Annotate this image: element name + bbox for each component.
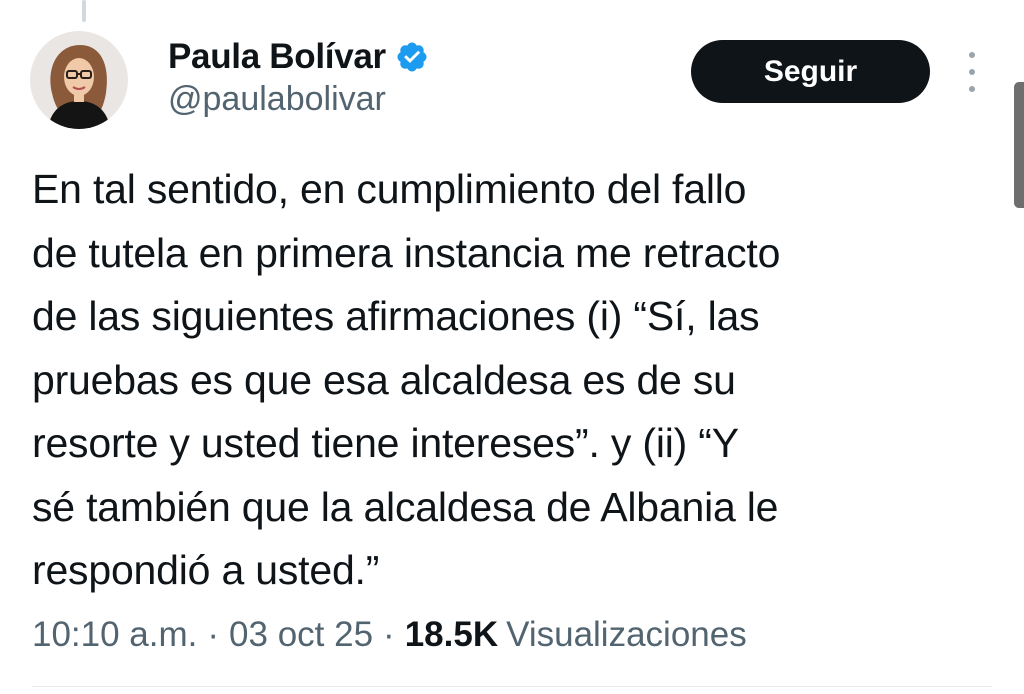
tweet-date[interactable]: 03 oct 25 xyxy=(229,615,373,655)
views-count: 18.5K xyxy=(404,615,499,654)
divider xyxy=(32,686,992,687)
views-label: Visualizaciones xyxy=(506,615,747,654)
tweet-body-text: En tal sentido, en cumplimiento del fall… xyxy=(32,166,781,593)
more-dot xyxy=(969,69,975,75)
scrollbar-thumb[interactable] xyxy=(1014,82,1024,208)
avatar-image xyxy=(30,31,128,129)
more-dot xyxy=(969,52,975,58)
tweet-metadata: 10:10 a.m. · 03 oct 25 · 18.5K Visualiza… xyxy=(32,612,747,658)
author-avatar[interactable] xyxy=(30,31,128,129)
follow-button[interactable]: Seguir xyxy=(691,40,930,103)
author-handle[interactable]: @paulabolivar xyxy=(168,80,386,119)
author-name-row: Paula Bolívar xyxy=(168,34,429,80)
verified-badge-icon xyxy=(395,40,429,74)
meta-separator: · xyxy=(383,615,395,654)
more-options-icon[interactable] xyxy=(960,52,984,92)
more-dot xyxy=(969,86,975,92)
tweet-time[interactable]: 10:10 a.m. xyxy=(32,615,197,655)
thread-connector-line xyxy=(82,0,86,22)
author-display-name[interactable]: Paula Bolívar xyxy=(168,37,386,77)
meta-separator: · xyxy=(207,615,220,654)
